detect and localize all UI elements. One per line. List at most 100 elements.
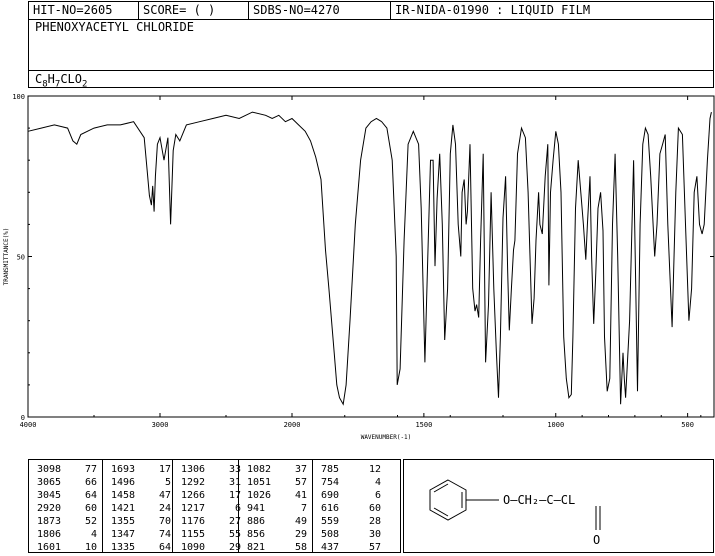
peak-row: 1347 74 — [103, 528, 172, 541]
peak-transmittance: 27 — [228, 516, 241, 527]
peak-wavenumber: 2920 — [37, 503, 62, 514]
peak-wavenumber: 754 — [321, 477, 340, 488]
peak-row: 785 12 — [313, 463, 400, 476]
peak-wavenumber: 616 — [321, 503, 340, 514]
peak-transmittance: 4 — [374, 477, 381, 488]
peak-wavenumber: 1155 — [181, 529, 206, 540]
peak-table-column: 3098 77 3065 66 3045 64 2920 60 1873 52 1806 4 1601 1… — [29, 460, 103, 553]
peak-transmittance: 57 — [294, 477, 307, 488]
peak-wavenumber: 1090 — [181, 542, 206, 553]
peak-row: 3065 66 — [29, 476, 102, 489]
x-tick-label: 2000 — [284, 421, 301, 429]
peak-wavenumber: 886 — [247, 516, 266, 527]
peak-transmittance: 5 — [164, 477, 171, 488]
peak-transmittance: 10 — [84, 542, 97, 553]
peak-transmittance: 6 — [374, 490, 381, 501]
peak-row: 856 29 — [239, 528, 312, 541]
peak-table-column: 1693 17 1496 5 1458 47 1421 24 1355 70 1347 74 1335 6… — [103, 460, 173, 553]
peak-table-column: 785 12 754 4 690 6 616 60 559 28 508 30 437 57 — [313, 460, 400, 554]
peak-wavenumber: 1355 — [111, 516, 136, 527]
peak-row: 3098 77 — [29, 463, 102, 476]
peak-wavenumber: 785 — [321, 464, 340, 475]
peak-row: 754 4 — [313, 476, 400, 489]
peak-transmittance: 55 — [228, 529, 241, 540]
peak-transmittance: 64 — [158, 542, 171, 553]
peak-row: 1026 41 — [239, 489, 312, 502]
chemical-structure: O—CH₂—C—CL O — [429, 479, 601, 547]
y-axis-label: TRANSMITTANCE(%) — [3, 228, 10, 286]
peak-wavenumber: 1458 — [111, 490, 136, 501]
peak-wavenumber: 1873 — [37, 516, 62, 527]
peak-wavenumber: 941 — [247, 503, 266, 514]
peak-transmittance: 77 — [84, 464, 97, 475]
peak-wavenumber: 1082 — [247, 464, 272, 475]
peak-wavenumber: 1292 — [181, 477, 206, 488]
peak-transmittance: 47 — [158, 490, 171, 501]
peak-row: 616 60 — [313, 502, 400, 515]
peak-wavenumber: 508 — [321, 529, 340, 540]
peak-transmittance: 4 — [90, 529, 97, 540]
benzene-ring-icon — [429, 479, 499, 521]
peak-row: 508 30 — [313, 528, 400, 541]
peak-row: 1090 29 — [173, 541, 241, 554]
peak-wavenumber: 1421 — [111, 503, 136, 514]
peak-transmittance: 28 — [368, 516, 381, 527]
peak-wavenumber: 1176 — [181, 516, 206, 527]
peak-transmittance: 30 — [368, 529, 381, 540]
x-axis-label: WAVENUMBER(-1) — [361, 434, 412, 441]
peak-transmittance: 33 — [228, 464, 241, 475]
peak-row: 1292 31 — [173, 476, 241, 489]
peak-wavenumber: 1806 — [37, 529, 62, 540]
peak-row: 1082 37 — [239, 463, 312, 476]
peak-wavenumber: 1335 — [111, 542, 136, 553]
x-tick-label: 3000 — [152, 421, 169, 429]
peak-wavenumber: 1496 — [111, 477, 136, 488]
peak-wavenumber: 821 — [247, 542, 266, 553]
peak-transmittance: 24 — [158, 503, 171, 514]
peak-transmittance: 29 — [228, 542, 241, 553]
peak-row: 886 49 — [239, 515, 312, 528]
peak-row: 1873 52 — [29, 515, 102, 528]
peak-table-column: 1082 37 1051 57 1026 41 941 7 886 49 856 29 821 58 — [239, 460, 313, 553]
x-tick-label: 1500 — [415, 421, 432, 429]
peak-row: 2920 60 — [29, 502, 102, 515]
peak-transmittance: 64 — [84, 490, 97, 501]
peak-row: 1306 33 — [173, 463, 241, 476]
peak-row: 1266 17 — [173, 489, 241, 502]
peak-row: 1217 6 — [173, 502, 241, 515]
peak-transmittance: 58 — [294, 542, 307, 553]
peak-wavenumber: 690 — [321, 490, 340, 501]
peak-row: 1806 4 — [29, 528, 102, 541]
peak-wavenumber: 1693 — [111, 464, 136, 475]
x-tick-label: 4000 — [20, 421, 37, 429]
peak-wavenumber: 856 — [247, 529, 266, 540]
peak-row: 1176 27 — [173, 515, 241, 528]
peak-row: 1693 17 — [103, 463, 172, 476]
peak-transmittance: 74 — [158, 529, 171, 540]
peak-wavenumber: 1601 — [37, 542, 62, 553]
peak-wavenumber: 1217 — [181, 503, 206, 514]
peak-row: 437 57 — [313, 541, 400, 554]
peak-transmittance: 49 — [294, 516, 307, 527]
plot-frame — [27, 95, 715, 418]
peak-table: 3098 77 3065 66 3045 64 2920 60 1873 52 1806 4 1601 1… — [28, 459, 401, 553]
peak-transmittance: 41 — [294, 490, 307, 501]
peak-transmittance: 37 — [294, 464, 307, 475]
carbonyl-oxygen: O — [593, 533, 600, 547]
peak-transmittance: 52 — [84, 516, 97, 527]
y-tick-label: 50 — [17, 254, 25, 262]
peak-wavenumber: 3045 — [37, 490, 62, 501]
peak-row: 1458 47 — [103, 489, 172, 502]
peak-transmittance: 12 — [368, 464, 381, 475]
peak-wavenumber: 437 — [321, 542, 340, 553]
peak-wavenumber: 1051 — [247, 477, 272, 488]
peak-row: 941 7 — [239, 502, 312, 515]
peak-transmittance: 7 — [300, 503, 307, 514]
x-tick-label: 500 — [681, 421, 694, 429]
peak-transmittance: 6 — [234, 503, 241, 514]
structure-panel: O—CH₂—C—CL O — [403, 459, 714, 553]
peak-row: 1496 5 — [103, 476, 172, 489]
y-tick-label: 100 — [12, 93, 25, 101]
peak-wavenumber: 3098 — [37, 464, 62, 475]
ir-spectrum-chart: 0501004000 3000 2000 1500 1000 500WAVENUMBER(… — [3, 93, 715, 441]
